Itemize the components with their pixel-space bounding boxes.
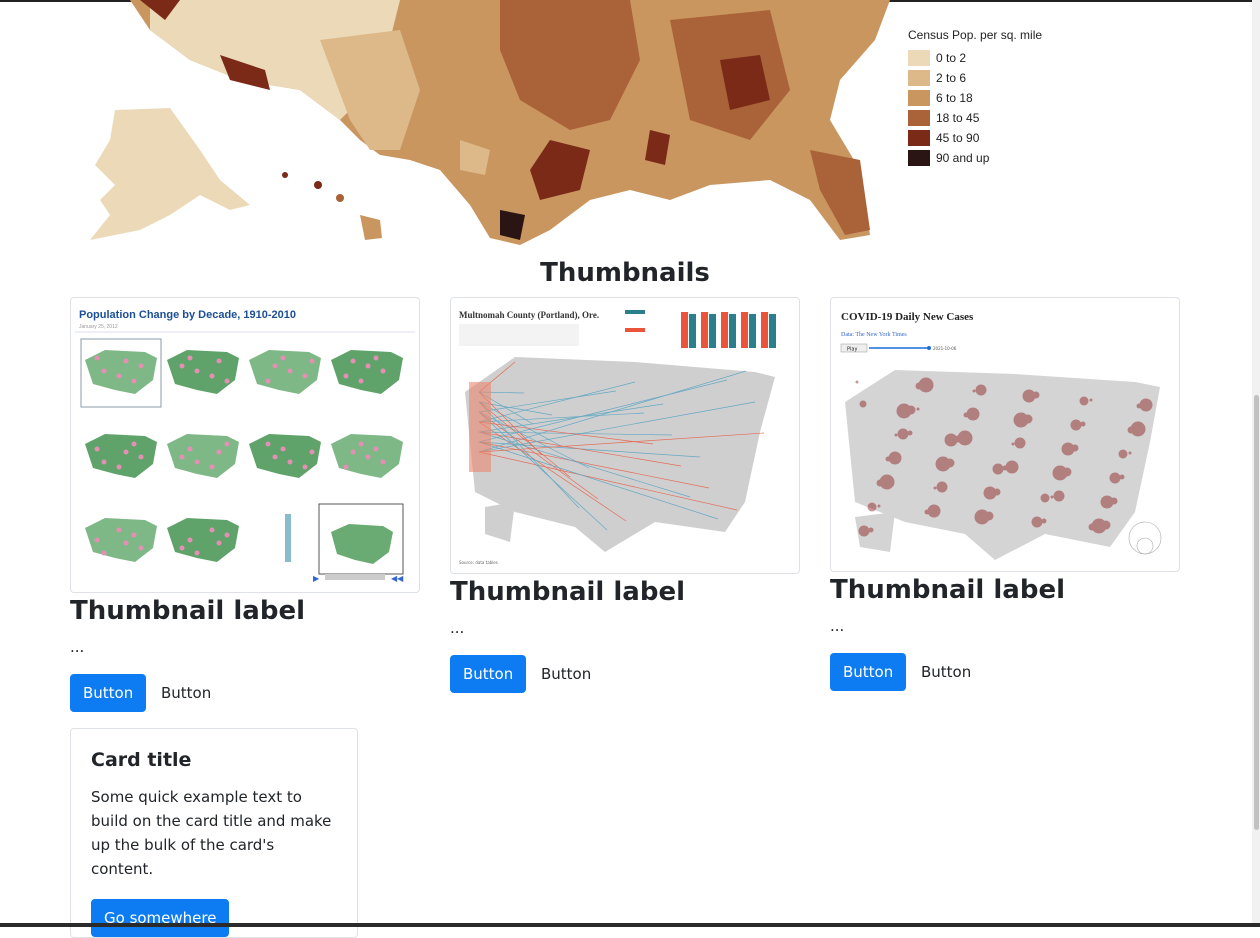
legend-title: Census Pop. per sq. mile: [908, 28, 1043, 42]
card-title: Card title: [91, 749, 192, 771]
legend-item: 0 to 2: [908, 48, 1042, 68]
thumbnail-label-1: Thumbnail label: [70, 596, 306, 626]
thumb3-play: Play: [847, 347, 857, 353]
thumb3-date: 2021-10-06: [933, 346, 957, 351]
legend-label: 6 to 18: [936, 91, 973, 105]
thumbnail-1-primary-button[interactable]: Button: [70, 674, 147, 712]
legend-swatch: [908, 70, 930, 86]
legend-item: 45 to 90: [908, 128, 1042, 148]
thumbnail-2-secondary-button[interactable]: Button: [528, 655, 604, 693]
legend-swatch: [908, 150, 930, 166]
thumbnail-3-secondary-button[interactable]: Button: [908, 653, 984, 691]
legend-item: 2 to 6: [908, 68, 1042, 88]
example-card: Card title Some quick example text to bu…: [70, 728, 358, 938]
thumbnail-3-primary-button[interactable]: Button: [830, 653, 907, 691]
thumbnail-image-3[interactable]: COVID-19 Daily New Cases Data: The New Y…: [830, 297, 1180, 572]
thumbnail-image-1[interactable]: Population Change by Decade, 1910-2010 J…: [70, 297, 420, 593]
go-somewhere-button[interactable]: Go somewhere: [91, 899, 230, 937]
legend-swatch: [908, 50, 930, 66]
legend-item: 6 to 18: [908, 88, 1042, 108]
legend-label: 0 to 2: [936, 51, 967, 65]
thumbnail-label-3: Thumbnail label: [830, 575, 1066, 605]
thumb1-subtitle: January 25, 2012: [79, 324, 118, 330]
section-title: Thumbnails: [540, 258, 710, 288]
bottom-edge: [0, 923, 1260, 927]
svg-text:▶: ▶: [313, 574, 320, 583]
legend-label: 45 to 90: [936, 131, 980, 145]
thumbnail-text-2: ...: [450, 619, 465, 637]
thumb3-subtitle: Data: The New York Times: [841, 332, 907, 338]
legend-label: 90 and up: [936, 151, 990, 165]
thumbnail-2-primary-button[interactable]: Button: [450, 655, 527, 693]
legend-label: 2 to 6: [936, 71, 967, 85]
thumb3-title: COVID-19 Daily New Cases: [841, 311, 974, 323]
scrollbar-thumb[interactable]: [1254, 395, 1259, 830]
legend-item: 18 to 45: [908, 108, 1042, 128]
population-density-map: [70, 0, 900, 248]
thumbnail-text-3: ...: [830, 617, 845, 635]
thumbnail-image-2[interactable]: Multnomah County (Portland), Ore. Source…: [450, 297, 800, 574]
thumb2-title: Multnomah County (Portland), Ore.: [459, 310, 599, 320]
card-text: Some quick example text to build on the …: [91, 788, 332, 878]
legend-swatch: [908, 130, 930, 146]
svg-text:◀◀: ◀◀: [391, 574, 404, 583]
thumbnail-label-2: Thumbnail label: [450, 577, 686, 607]
legend-item: 90 and up: [908, 148, 1042, 168]
legend-swatch: [908, 90, 930, 106]
thumbnail-text-1: ...: [70, 638, 85, 656]
map-legend: Census Pop. per sq. mile 0 to 2 2 to 6 6 t…: [908, 28, 1042, 168]
thumb1-title: Population Change by Decade, 1910-2010: [79, 309, 296, 321]
svg-text:Source: data tables: Source: data tables: [459, 560, 498, 565]
thumbnail-1-secondary-button[interactable]: Button: [148, 674, 224, 712]
scrollbar[interactable]: [1252, 0, 1260, 927]
legend-swatch: [908, 110, 930, 126]
legend-label: 18 to 45: [936, 111, 980, 125]
